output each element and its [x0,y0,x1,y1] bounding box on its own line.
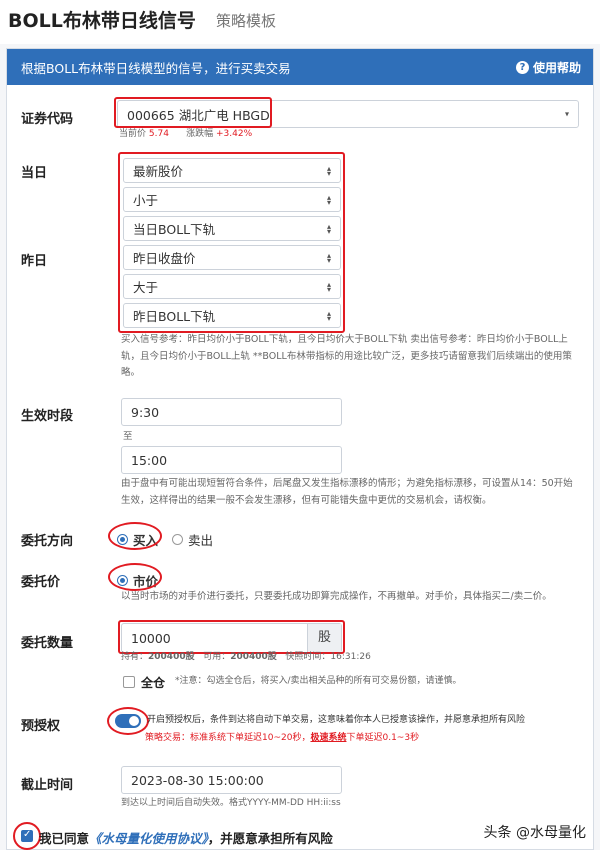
direction-label: 委托方向 [21,534,74,549]
change-percent: +3.42% [216,129,253,139]
highlight-buy [108,522,162,550]
radio-sell[interactable]: 卖出 [172,530,213,549]
preauth-text: 开启预授权后，条件到达将自动下单交易，这意味着你本人已授意该操作，并愿意承担所有… [147,715,526,725]
watermark: 头条 @水母量化 [483,825,586,841]
today-label: 当日 [21,166,48,181]
fast-system-link[interactable]: 极速系统 [310,733,346,743]
all-position-note: *注意：勾选全仓后，将买入/卖出相关品种的所有可交易份额，请谨慎。 [175,676,462,686]
banner-text: 根据BOLL布林带日线模型的信号，进行买卖交易 [21,61,291,76]
all-position-checkbox[interactable] [123,676,135,688]
preauth-label: 预授权 [21,719,61,734]
question-circle-icon: ? [515,61,529,74]
deadline-note: 到达以上时间后自动失效。格式YYYY-MM-DD HH:ii:ss [121,798,341,808]
yesterday-label: 昨日 [21,254,48,269]
agreement-link[interactable]: 《水母量化使用协议》 [89,831,208,846]
security-label: 证券代码 [21,112,74,127]
deadline-input[interactable]: 2023-08-30 15:00:00 [121,766,342,794]
deadline-label: 截止时间 [21,778,74,793]
highlight-agreement [13,822,41,850]
start-time-input[interactable]: 9:30 [121,398,342,426]
quantity-label: 委托数量 [21,636,74,651]
page-title: BOLL布林带日线信号 [8,10,196,32]
page-subtitle: 策略模板 [216,12,277,30]
highlight-quantity [118,620,345,654]
preauth-strategy-note: 策略交易：标准系统下单延迟10~20秒，极速系统下单延迟0.1~3秒 [145,733,420,743]
caret-down-icon: ▾ [564,109,569,119]
agreement-text: 我已同意《水母量化使用协议》，并愿意承担所有风险 [39,831,333,846]
info-banner: 根据BOLL布林带日线模型的信号，进行买卖交易 ? 使用帮助 [7,49,593,85]
price-type-label: 委托价 [21,575,61,590]
page-header: BOLL布林带日线信号 策略模板 [0,0,600,44]
holding-info: 持有：200400股 可用：200400股 快照时间：16:31:26 [121,652,371,662]
effective-time-note: 由于盘中有可能出现短暂符合条件，后尾盘又发生指标漂移的情形；为避免指标漂移，可设… [121,478,573,506]
help-link[interactable]: ? 使用帮助 [515,59,581,76]
end-time-input[interactable]: 15:00 [121,446,342,474]
help-label: 使用帮助 [532,61,581,75]
highlight-preauth [107,707,149,735]
price-info: 当前价 5.74 涨跌幅 +3.42% [119,129,253,139]
price-type-note: 以当时市场的对手价进行委托，只要委托成功即算完成操作，不再撤单。对手价，具体指买… [121,591,552,602]
effective-time-label: 生效时段 [21,409,74,424]
highlight-security [114,97,272,128]
strategy-form-panel: 根据BOLL布林带日线模型的信号，进行买卖交易 ? 使用帮助 证券代码 0006… [6,48,594,850]
time-to-label: 至 [123,431,133,442]
highlight-market-price [108,563,162,591]
radio-dot [172,534,183,545]
highlight-conditions [118,152,345,333]
all-position-label: 全仓 [141,676,166,690]
signal-note: 买入信号参考：昨日均价小于BOLL下轨，且今日均价大于BOLL下轨 卖出信号参考… [121,334,572,379]
current-price: 5.74 [148,129,169,139]
